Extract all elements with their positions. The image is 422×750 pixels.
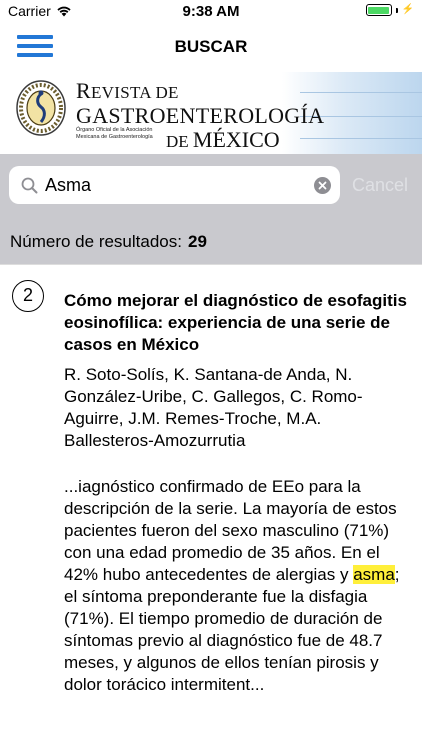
snippet-text: ...iagnóstico confirmado de EEo para la … (64, 477, 397, 584)
snippet-text: ; el síntoma preponderante fue la disfag… (64, 565, 400, 694)
journal-title-line1: REVISTA DE (76, 78, 179, 104)
search-input[interactable] (45, 172, 305, 198)
result-count-label: Número de resultados: (10, 232, 182, 251)
snippet-highlight: asma (353, 565, 395, 584)
journal-title-mexico: MÉXICO (192, 127, 280, 152)
result-count-value: 29 (187, 232, 207, 251)
status-time: 9:38 AM (182, 3, 240, 20)
article-title[interactable]: Cómo mejorar el diagnóstico de esofagiti… (64, 290, 410, 356)
banner-line (300, 92, 422, 93)
charging-bolt-icon: ⚡ (401, 4, 414, 15)
page-title: BUSCAR (174, 37, 248, 56)
result-index-badge: 2 (12, 280, 44, 312)
journal-title-rest: EVISTA DE (90, 83, 179, 102)
journal-title-line3: DE MÉXICO (166, 127, 280, 153)
battery-cap-icon (395, 7, 398, 13)
journal-banner: REVISTA DE GASTROENTEROLOGÍA Órgano Ofic… (0, 72, 422, 154)
article-authors: R. Soto-Solís, K. Santana-de Anda, N. Go… (64, 365, 363, 450)
battery-fill (368, 6, 390, 14)
journal-title-de: DE (166, 132, 193, 151)
search-icon (21, 177, 38, 194)
status-bar: Carrier 9:38 AM ⚡ (0, 0, 422, 24)
journal-organ-text: Órgano Oficial de la Asociación Mexicana… (76, 127, 153, 140)
cancel-button[interactable]: Cancel (352, 175, 408, 196)
navigation-bar: BUSCAR (0, 24, 422, 70)
journal-title-initial: R (76, 78, 91, 103)
list-item[interactable]: 2 Cómo mejorar el diagnóstico de esofagi… (0, 264, 422, 750)
clear-search-icon[interactable] (314, 177, 331, 194)
article-snippet: ...iagnóstico confirmado de EEo para la … (64, 476, 410, 696)
journal-title-line2: GASTROENTEROLOGÍA (76, 103, 325, 128)
search-area: Cancel Número de resultados: 29 (0, 154, 422, 264)
status-right: ⚡ (365, 4, 414, 16)
association-seal-icon (16, 80, 66, 136)
battery-icon (365, 4, 392, 16)
search-box[interactable] (9, 166, 340, 204)
result-count: Número de resultados: 29 (10, 232, 207, 252)
banner-line (300, 138, 422, 139)
